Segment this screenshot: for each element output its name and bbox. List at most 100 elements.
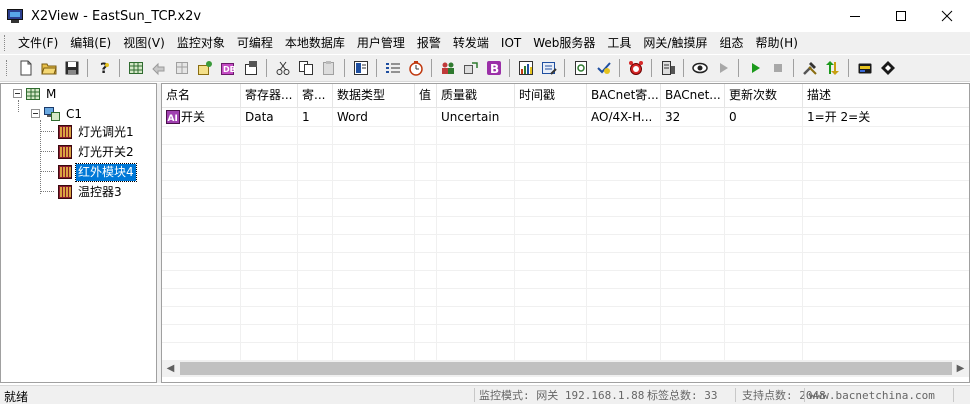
card-icon[interactable] — [853, 57, 876, 79]
tree-item-device[interactable]: 温控器3 — [57, 183, 124, 201]
tools-icon[interactable] — [798, 57, 821, 79]
properties-icon[interactable] — [239, 57, 262, 79]
bold-b-icon[interactable]: B — [482, 57, 505, 79]
tree-item-device[interactable]: 灯光开关2 — [57, 143, 136, 161]
cut-icon[interactable] — [271, 57, 294, 79]
grid-line — [162, 270, 969, 271]
tree-node-root[interactable]: M — [25, 85, 58, 103]
tree-node-channel[interactable]: C1 — [43, 105, 84, 123]
column-header[interactable]: 更新次数 — [725, 84, 803, 108]
tree-item-label: 灯光开关2 — [78, 144, 134, 159]
grid-disabled-icon[interactable] — [170, 57, 193, 79]
tree-item-label: 灯光调光1 — [78, 124, 134, 139]
menu-programmable[interactable]: 可编程 — [231, 33, 279, 53]
script-icon[interactable] — [569, 57, 592, 79]
menu-web-server[interactable]: Web服务器 — [527, 33, 601, 53]
stop-icon[interactable] — [766, 57, 789, 79]
column-header[interactable]: 寄... — [298, 84, 333, 108]
device-tree[interactable]: M C1 灯光调光1 灯光开关2 红外模块4 温控器3 — [0, 83, 157, 383]
column-header[interactable]: 值 — [415, 84, 437, 108]
menu-user-management[interactable]: 用户管理 — [351, 33, 411, 53]
menu-monitor-object[interactable]: 监控对象 — [171, 33, 231, 53]
open-folder-icon[interactable] — [37, 57, 60, 79]
scroll-thumb[interactable] — [180, 362, 952, 375]
alarm-clock-icon[interactable] — [624, 57, 647, 79]
menu-view[interactable]: 视图(V) — [117, 33, 171, 53]
play-disabled-icon[interactable] — [711, 57, 734, 79]
list-icon[interactable] — [381, 57, 404, 79]
grid-icon — [26, 88, 40, 100]
menu-forwarder[interactable]: 转发端 — [447, 33, 495, 53]
table-cell: 1 — [302, 110, 310, 124]
edit-table-icon[interactable] — [537, 57, 560, 79]
tree-item-device-selected[interactable]: 红外模块4 — [57, 162, 137, 182]
grid-line — [162, 306, 969, 307]
tag-list[interactable]: 点名 寄存器... 寄... 数据类型 值 质量戳 时间戳 BACnet寄...… — [161, 83, 970, 383]
tree-item-device[interactable]: 灯光调光1 — [57, 123, 136, 141]
save-icon[interactable] — [60, 57, 83, 79]
close-button[interactable] — [924, 0, 970, 32]
diamond-icon[interactable] — [876, 57, 899, 79]
grid-line — [162, 144, 969, 145]
menu-help[interactable]: 帮助(H) — [749, 33, 803, 53]
minimize-button[interactable] — [832, 0, 878, 32]
title-bar: X2View - EastSun_TCP.x2v — [0, 0, 970, 32]
column-header[interactable]: 点名 — [162, 84, 241, 108]
toolbar-separator — [848, 59, 849, 77]
column-header[interactable]: BACnet寄... — [587, 84, 661, 108]
device-module-icon — [58, 185, 72, 199]
table-cell: 0 — [729, 110, 737, 124]
tree-connector — [40, 191, 54, 192]
monitor-icon[interactable] — [349, 57, 372, 79]
scroll-left-icon[interactable]: ◀ — [162, 360, 179, 377]
copy-icon[interactable] — [294, 57, 317, 79]
horizontal-scrollbar[interactable]: ◀ ▶ — [162, 360, 969, 377]
toolbar-grip[interactable] — [6, 60, 9, 76]
table-cell: 32 — [665, 110, 681, 124]
tree-connector — [40, 171, 54, 172]
start-icon[interactable] — [743, 57, 766, 79]
menu-edit[interactable]: 编辑(E) — [64, 33, 117, 53]
column-header[interactable]: 数据类型 — [333, 84, 415, 108]
grid-icon[interactable] — [124, 57, 147, 79]
column-header[interactable]: BACnet... — [661, 84, 725, 108]
add-object-icon[interactable] — [193, 57, 216, 79]
menu-gateway[interactable]: 网关/触摸屏 — [637, 33, 713, 53]
table-cell: Word — [337, 110, 368, 124]
column-header[interactable]: 描述 — [803, 84, 969, 108]
toolbar-separator — [431, 59, 432, 77]
menu-config[interactable]: 组态 — [713, 33, 749, 53]
status-divider — [474, 388, 475, 402]
column-header[interactable]: 质量戳 — [437, 84, 515, 108]
users-icon[interactable] — [436, 57, 459, 79]
updown-icon[interactable] — [821, 57, 844, 79]
menu-file[interactable]: 文件(F) — [12, 33, 64, 53]
menu-iot[interactable]: IOT — [495, 33, 527, 53]
paste-disabled-icon[interactable] — [317, 57, 340, 79]
server-icon[interactable] — [656, 57, 679, 79]
chart-icon[interactable] — [514, 57, 537, 79]
tree-expander-root[interactable] — [13, 89, 22, 98]
timer-icon[interactable] — [404, 57, 427, 79]
transfer-icon[interactable] — [459, 57, 482, 79]
verify-icon[interactable] — [592, 57, 615, 79]
help-icon[interactable]: ? — [92, 57, 115, 79]
menu-alarm[interactable]: 报警 — [411, 33, 447, 53]
menu-grip[interactable] — [4, 35, 7, 51]
database-icon[interactable]: DB — [216, 57, 239, 79]
tree-expander-channel[interactable] — [31, 109, 40, 118]
column-header[interactable]: 寄存器... — [241, 84, 298, 108]
table-cell-name: AI 开关 — [162, 108, 241, 126]
view-eye-icon[interactable] — [688, 57, 711, 79]
scroll-right-icon[interactable]: ▶ — [952, 360, 969, 377]
maximize-button[interactable] — [878, 0, 924, 32]
status-bar: 就绪 监控模式: 网关 192.168.1.88 标签总数: 33 支持点数: … — [0, 385, 970, 404]
new-file-icon[interactable] — [14, 57, 37, 79]
svg-text:AI: AI — [168, 114, 178, 124]
menu-local-database[interactable]: 本地数据库 — [279, 33, 351, 53]
tree-connector — [18, 100, 19, 112]
forward-disabled-icon[interactable] — [147, 57, 170, 79]
column-header[interactable]: 时间戳 — [515, 84, 587, 108]
table-row[interactable]: AI 开关 Data 1 Word Uncertain AO/4X-H... 32… — [162, 108, 969, 126]
menu-tools[interactable]: 工具 — [601, 33, 637, 53]
